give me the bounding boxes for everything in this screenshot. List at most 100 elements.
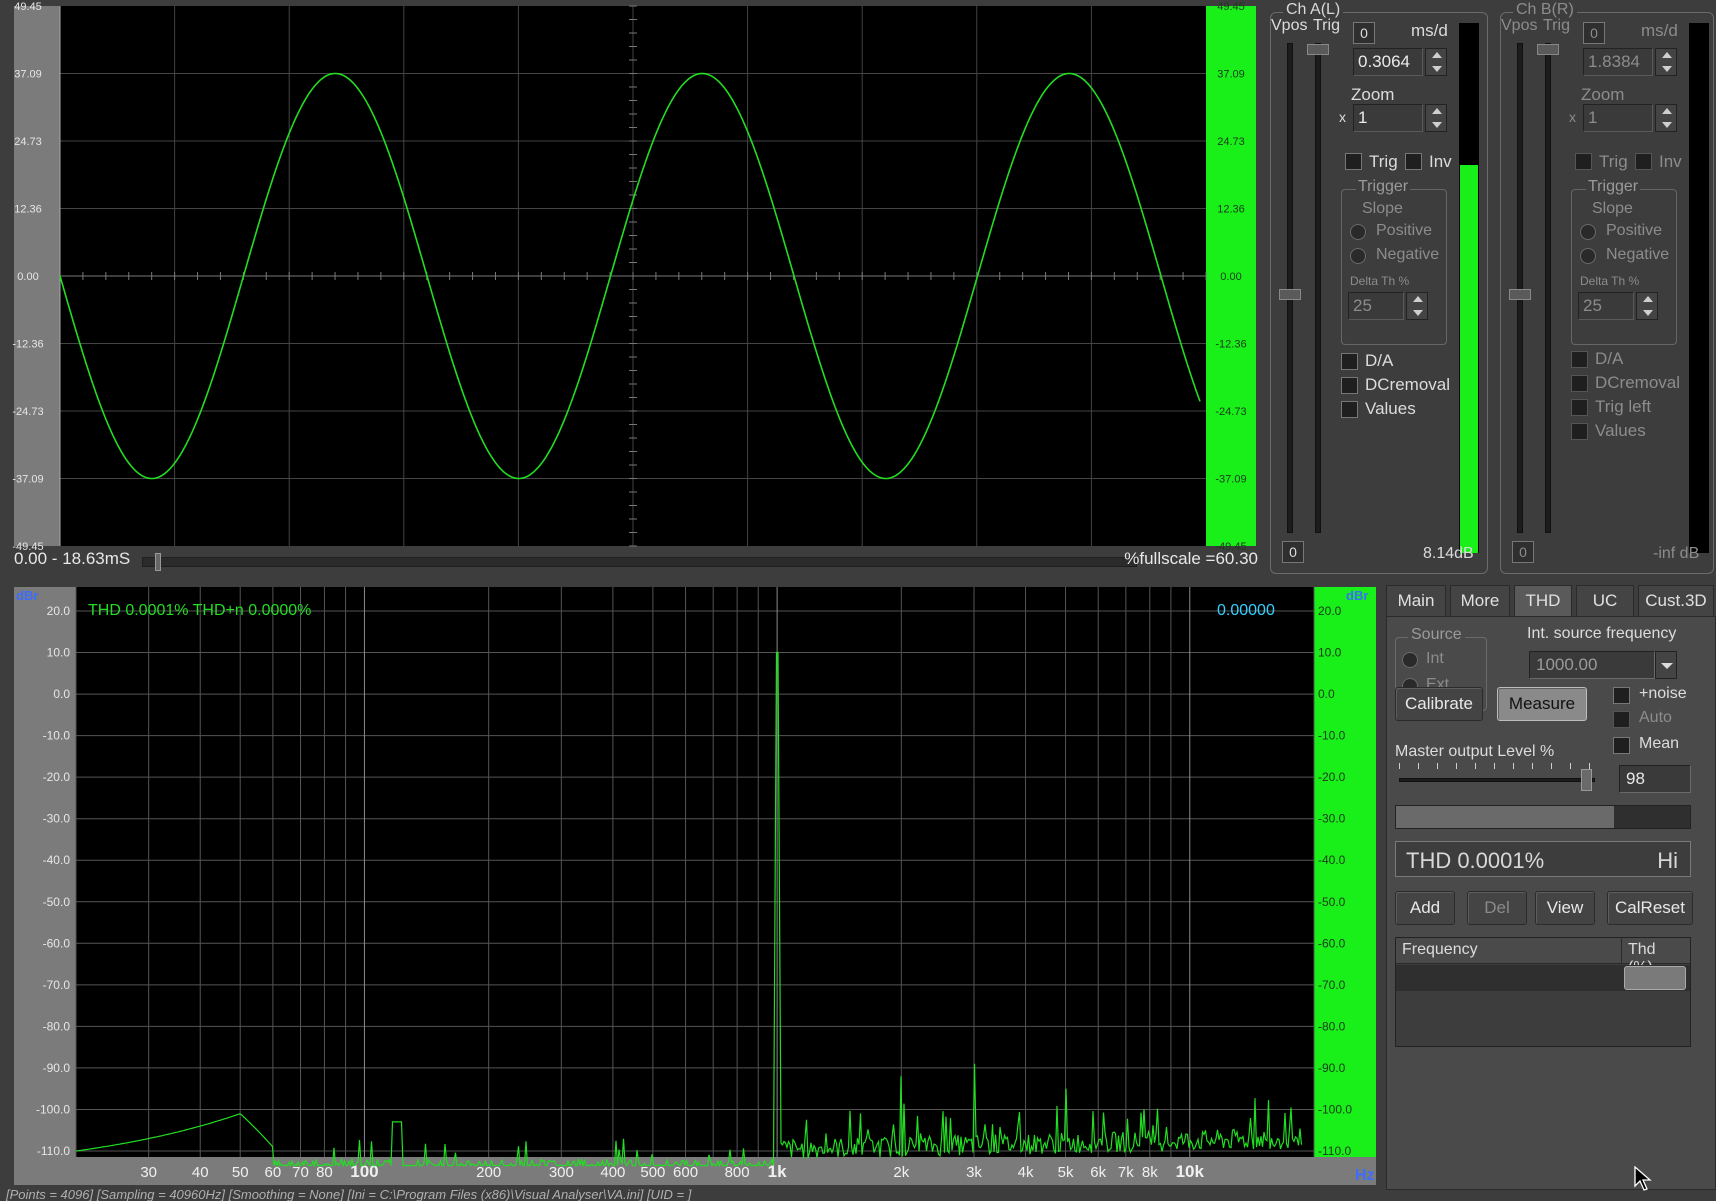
del-button[interactable]: Del [1467,891,1527,925]
vpos-thumb[interactable] [1279,289,1301,300]
mean-checkbox[interactable] [1613,737,1630,754]
da-checkbox[interactable] [1341,353,1358,370]
auto-label: Auto [1639,709,1672,726]
trigger-group-title: Trigger [1356,178,1411,196]
trig-slider[interactable] [1537,43,1559,533]
noise-checkbox[interactable] [1613,687,1630,704]
thd-readout-value: THD 0.0001% [1406,848,1545,873]
tab-thd[interactable]: THD [1514,585,1572,617]
channel-a-level-label: 8.14dB [1423,545,1474,562]
scope-y-tick-right: -37.09 [1215,474,1246,486]
master-level-slider[interactable] [1399,761,1595,797]
trig-thumb[interactable] [1537,44,1559,55]
trig-left-checkbox[interactable] [1571,399,1588,416]
trig-label: Trig [1543,17,1570,34]
tab-main[interactable]: Main [1386,585,1446,617]
oscilloscope-display[interactable]: 49.45 49.45 37.09 37.09 24.73 24.73 12.36 12.36… [0,0,1264,555]
values-checkbox[interactable] [1571,423,1588,440]
zoom-spinner[interactable] [1425,104,1447,132]
spectrum-display[interactable]: 20.0 20.0 10.0 10.0 0.0 0.0 -10.0 -10.0 -20.0 -20… [0,585,1390,1190]
trig-checkbox[interactable] [1575,153,1592,170]
calibrate-button[interactable]: Calibrate [1395,687,1483,721]
inv-checkbox[interactable] [1405,153,1422,170]
zoom-input[interactable]: 1 [1583,104,1653,132]
dcremoval-label: DCremoval [1365,375,1451,394]
master-level-input[interactable]: 98 [1619,765,1691,793]
time-range-label: 0.00 - 18.63mS [14,549,131,568]
spectrum-y-tick: -50.0 [43,895,71,909]
channel-a-panel: Ch A(L) Vpos Trig 0 ms/d 0.3064 Zoom x 1… [1270,1,1488,574]
vpos-slider[interactable] [1279,43,1301,533]
thd-readout-hi: Hi [1657,848,1678,873]
inv-checkbox-label: Inv [1429,152,1452,171]
int-freq-select[interactable]: 1000.00 [1529,651,1655,679]
source-int-radio[interactable] [1402,652,1418,668]
ms-per-div-spinner[interactable] [1425,48,1447,76]
delta-th-input[interactable]: 25 [1348,292,1404,320]
trig-slider[interactable] [1307,43,1329,533]
vpos-slider[interactable] [1509,43,1531,533]
calreset-button[interactable]: CalReset [1607,891,1693,925]
ms-per-div-label: ms/d [1641,21,1678,40]
positive-label: Positive [1606,222,1663,239]
da-checkbox[interactable] [1571,351,1588,368]
dcremoval-checkbox[interactable] [1341,377,1358,394]
time-scroll-slider[interactable] [142,553,1137,571]
spectrum-y-tick-right: -50.0 [1318,895,1346,909]
zoom-spinner[interactable] [1655,104,1677,132]
dcremoval-checkbox[interactable] [1571,375,1588,392]
table-header-frequency[interactable]: Frequency [1396,938,1622,964]
trig-label: Trig [1313,17,1340,34]
delta-th-input[interactable]: 25 [1578,292,1634,320]
zoom-input[interactable]: 1 [1353,104,1423,132]
tab-cust-3d[interactable]: Cust.3D [1638,585,1714,617]
view-button[interactable]: View [1535,891,1595,925]
channel-b-bottom-box[interactable]: 0 [1512,541,1534,563]
negative-radio[interactable] [1350,248,1366,264]
thd-tab-panel: Main More THD UC Cust.3D Source Int Ext Int.… [1386,585,1716,1190]
inv-checkbox[interactable] [1635,153,1652,170]
ms-per-div-spinner[interactable] [1655,48,1677,76]
table-row-thd-cell[interactable] [1624,966,1686,990]
tab-uc[interactable]: UC [1576,585,1634,617]
values-checkbox[interactable] [1341,401,1358,418]
thd-tab-content: Source Int Ext Int. source frequency 100… [1386,616,1716,1190]
spectrum-x-tick: 10k [1176,1162,1205,1181]
spectrum-x-tick: 200 [476,1164,501,1181]
trig-thumb[interactable] [1307,44,1329,55]
vpos-thumb[interactable] [1509,289,1531,300]
spectrum-x-tick: 7k [1118,1164,1134,1181]
channel-b-index-box[interactable]: 0 [1583,22,1605,44]
spectrum-y-tick-right: -110.0 [1318,1144,1351,1158]
channel-a-bottom-box[interactable]: 0 [1282,541,1304,563]
negative-radio[interactable] [1580,248,1596,264]
slider-tick [1418,763,1419,769]
spectrum-y-tick-right: 10.0 [1318,646,1342,660]
delta-th-spinner[interactable] [1406,292,1428,320]
ms-per-div-input[interactable]: 0.3064 [1353,48,1423,76]
spectrum-y-tick-right: -90.0 [1318,1061,1346,1075]
slider-tick [1494,763,1495,769]
add-button[interactable]: Add [1395,891,1455,925]
positive-radio[interactable] [1580,224,1596,240]
zoom-label: Zoom [1351,85,1395,104]
table-header-thd[interactable]: Thd (%) [1622,938,1690,976]
channel-a-index-box[interactable]: 0 [1353,22,1375,44]
delta-th-spinner[interactable] [1636,292,1658,320]
spectrum-y-tick-right: -100.0 [1318,1102,1352,1116]
time-scroll-thumb[interactable] [155,553,161,571]
trig-checkbox[interactable] [1345,153,1362,170]
ms-per-div-input[interactable]: 1.8384 [1583,48,1653,76]
auto-checkbox[interactable] [1613,711,1630,728]
mean-label: Mean [1639,735,1680,752]
positive-radio[interactable] [1350,224,1366,240]
master-level-thumb[interactable] [1581,769,1593,791]
tab-more[interactable]: More [1450,585,1510,617]
measure-button[interactable]: Measure [1497,687,1587,721]
int-freq-label: Int. source frequency [1527,625,1677,642]
delta-th-label: Delta Th % [1580,274,1640,288]
slider-tick [1513,763,1514,769]
spectrum-x-tick: 8k [1142,1164,1158,1181]
cursor-value: 0.00000 [1217,602,1275,619]
int-freq-dropdown-button[interactable] [1655,651,1677,679]
